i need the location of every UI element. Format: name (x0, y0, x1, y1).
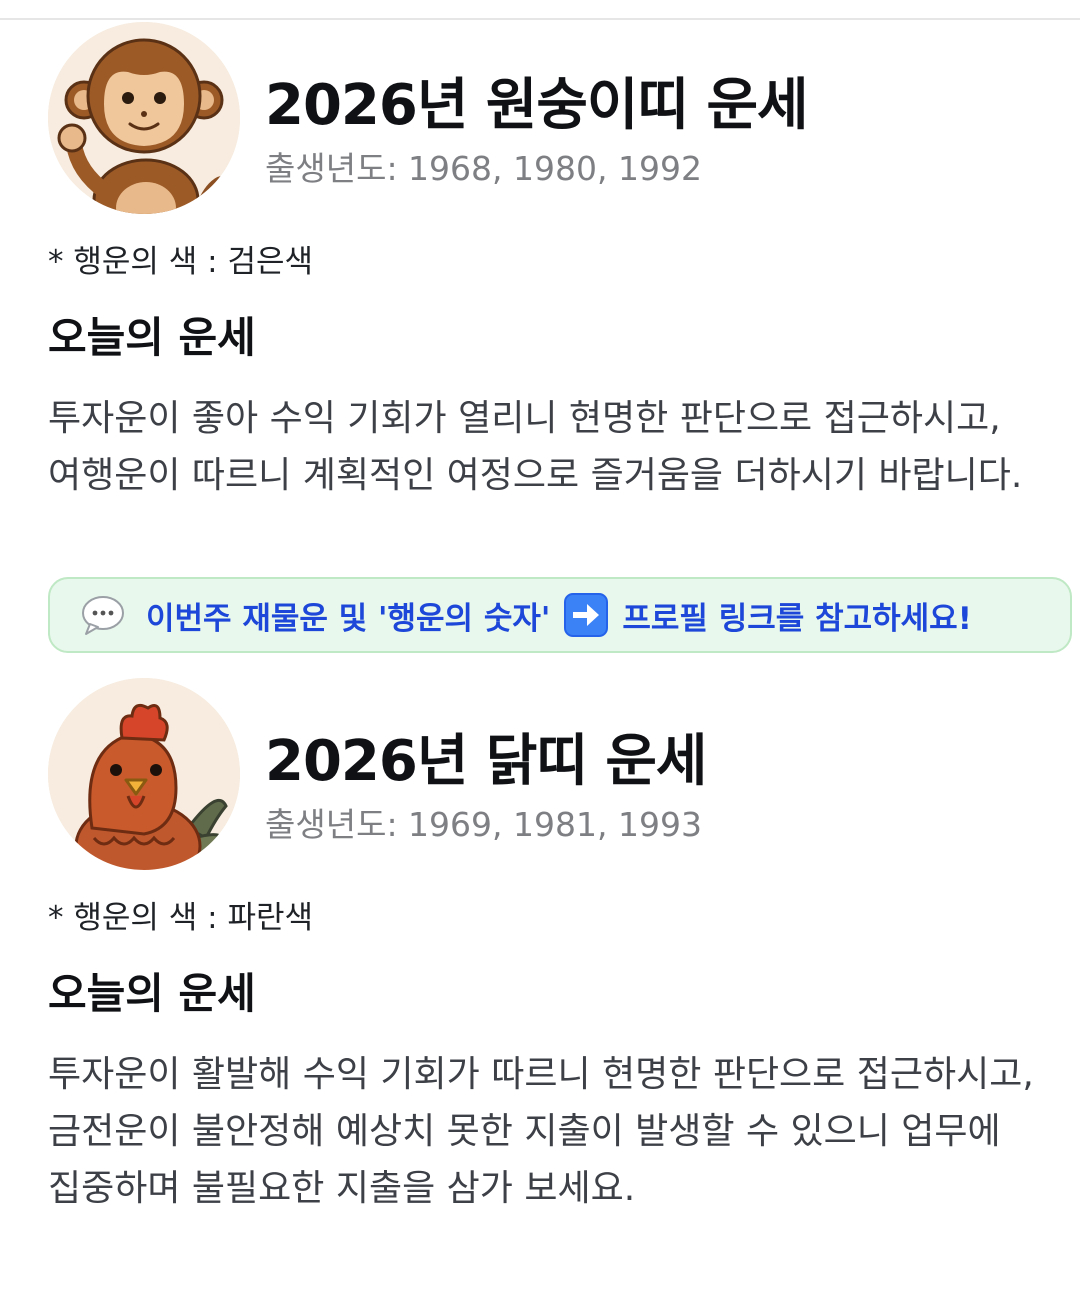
fortune-text: 투자운이 활발해 수익 기회가 따르니 현명한 판단으로 접근하시고, 금전운이… (48, 1054, 1034, 1209)
section-title: 오늘의 운세 (48, 313, 256, 362)
sign-title: 2026년 닭띠 운세 (265, 729, 707, 794)
lucky-color: * 행운의 색 : 검은색 (48, 244, 313, 280)
fortune-text: 투자운이 좋아 수익 기회가 열리니 현명한 판단으로 접근하시고, 여행운이 … (48, 398, 1023, 496)
rooster-icon (48, 678, 240, 870)
promo-banner[interactable]: 이번주 재물운 및 '행운의 숫자' 프로필 링크를 참고하세요! (48, 577, 1072, 653)
right-arrow-icon (564, 593, 609, 637)
speech-bubble-icon (82, 596, 124, 635)
promo-text-after: 프로필 링크를 참고하세요! (622, 600, 972, 637)
top-divider (0, 18, 1080, 20)
lucky-color: * 행운의 색 : 파란색 (48, 900, 313, 936)
monkey-icon (48, 22, 240, 214)
sign-title: 2026년 원숭이띠 운세 (265, 73, 808, 138)
promo-text-before: 이번주 재물운 및 '행운의 숫자' (146, 600, 551, 637)
section-title: 오늘의 운세 (48, 969, 256, 1018)
promo-text: 이번주 재물운 및 '행운의 숫자' 프로필 링크를 참고하세요! (146, 593, 972, 638)
birth-years: 출생년도: 1969, 1981, 1993 (265, 805, 702, 844)
birth-years: 출생년도: 1968, 1980, 1992 (265, 149, 702, 188)
